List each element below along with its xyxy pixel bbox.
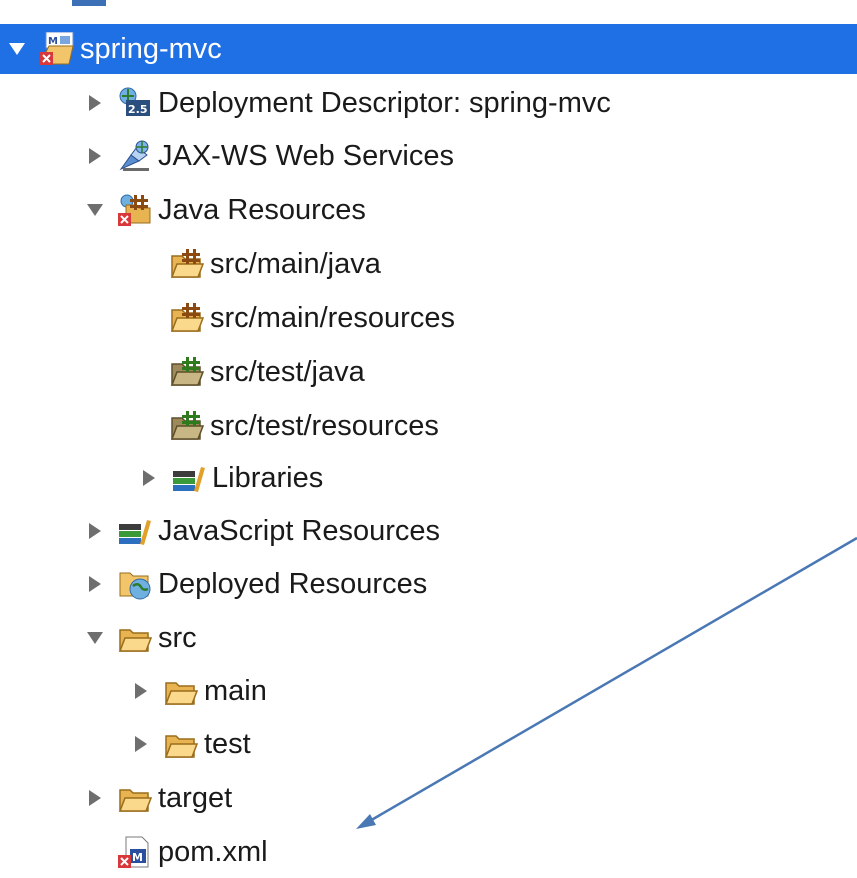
annotation-arrow xyxy=(356,536,857,829)
project-explorer-tree: M spring-mvc 2.5 Deployment Descriptor: … xyxy=(0,0,857,872)
